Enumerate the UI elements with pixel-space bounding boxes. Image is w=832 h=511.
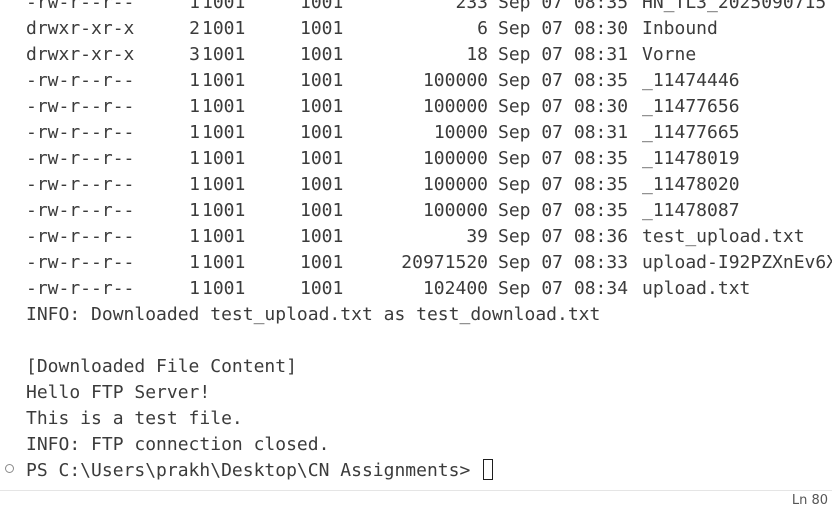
listing-name: test_upload.txt <box>642 226 805 247</box>
listing-links: 1 <box>189 0 200 13</box>
prompt-text: PS C:\Users\prakh\Desktop\CN Assignments… <box>26 460 482 481</box>
listing-group: 1001 <box>300 0 344 13</box>
file-content-line: Hello FTP Server! <box>26 382 211 403</box>
listing-owner: 1001 <box>202 148 246 169</box>
listing-owner: 1001 <box>202 70 246 91</box>
listing-perm: -rw-r--r-- <box>26 200 135 221</box>
info-closed-line: INFO: FTP connection closed. <box>26 434 330 455</box>
status-bar: Ln 80 <box>0 490 832 508</box>
listing-owner: 1001 <box>202 44 246 65</box>
listing-date: Sep 07 08:35 <box>498 174 629 195</box>
listing-name: _11478020 <box>642 174 740 195</box>
listing-links: 1 <box>189 226 200 247</box>
cursor <box>483 459 494 480</box>
listing-group: 1001 <box>300 122 344 143</box>
listing-group: 1001 <box>300 18 344 39</box>
listing-date: Sep 07 08:34 <box>498 278 629 299</box>
listing-size: 39 <box>466 226 488 247</box>
listing-name: Vorne <box>642 44 697 65</box>
listing-name: upload-I92PZXnEv6X <box>642 252 832 273</box>
listing-group: 1001 <box>300 44 344 65</box>
listing-perm: -rw-r--r-- <box>26 122 135 143</box>
listing-perm: -rw-r--r-- <box>26 174 135 195</box>
listing-date: Sep 07 08:31 <box>498 122 629 143</box>
listing-name: _11474446 <box>642 70 740 91</box>
listing-links: 1 <box>189 148 200 169</box>
cursor-position[interactable]: Ln 80 <box>792 491 828 511</box>
listing-links: 1 <box>189 174 200 195</box>
listing-date: Sep 07 08:35 <box>498 200 629 221</box>
file-content-line: This is a test file. <box>26 408 243 429</box>
listing-size: 100000 <box>422 148 488 169</box>
listing-size: 100000 <box>422 70 488 91</box>
info-downloaded-line: INFO: Downloaded test_upload.txt as test… <box>26 304 601 325</box>
command-decoration-icon[interactable] <box>5 464 14 473</box>
listing-links: 3 <box>189 44 200 65</box>
listing-perm: -rw-r--r-- <box>26 278 135 299</box>
listing-group: 1001 <box>300 200 344 221</box>
listing-perm: -rw-r--r-- <box>26 70 135 91</box>
listing-perm: -rw-r--r-- <box>26 148 135 169</box>
listing-group: 1001 <box>300 278 344 299</box>
listing-owner: 1001 <box>202 252 246 273</box>
listing-date: Sep 07 08:33 <box>498 252 629 273</box>
listing-size: 20971520 <box>401 252 488 273</box>
listing-size: 100000 <box>422 96 488 117</box>
listing-links: 1 <box>189 252 200 273</box>
listing-date: Sep 07 08:31 <box>498 44 629 65</box>
listing-date: Sep 07 08:36 <box>498 226 629 247</box>
listing-perm: drwxr-xr-x <box>26 18 135 39</box>
file-content-header: [Downloaded File Content] <box>26 356 297 377</box>
listing-size: 233 <box>455 0 488 13</box>
listing-owner: 1001 <box>202 200 246 221</box>
listing-name: _11477665 <box>642 122 740 143</box>
listing-date: Sep 07 08:35 <box>498 0 629 13</box>
listing-name: _11478087 <box>642 200 740 221</box>
listing-date: Sep 07 08:30 <box>498 18 629 39</box>
listing-owner: 1001 <box>202 18 246 39</box>
listing-perm: -rw-r--r-- <box>26 0 135 13</box>
listing-size: 100000 <box>422 174 488 195</box>
listing-size: 18 <box>466 44 488 65</box>
listing-date: Sep 07 08:35 <box>498 70 629 91</box>
listing-group: 1001 <box>300 70 344 91</box>
listing-owner: 1001 <box>202 226 246 247</box>
listing-name: _11478019 <box>642 148 740 169</box>
listing-size: 100000 <box>422 200 488 221</box>
listing-links: 1 <box>189 96 200 117</box>
listing-owner: 1001 <box>202 0 246 13</box>
listing-name: upload.txt <box>642 278 751 299</box>
listing-name: HN_TL3_2025090715 <box>642 0 827 13</box>
listing-links: 1 <box>189 278 200 299</box>
listing-perm: -rw-r--r-- <box>26 96 135 117</box>
listing-date: Sep 07 08:35 <box>498 148 629 169</box>
listing-links: 1 <box>189 122 200 143</box>
listing-date: Sep 07 08:30 <box>498 96 629 117</box>
listing-owner: 1001 <box>202 96 246 117</box>
listing-size: 10000 <box>433 122 488 143</box>
listing-size: 102400 <box>422 278 488 299</box>
listing-owner: 1001 <box>202 174 246 195</box>
listing-perm: drwxr-xr-x <box>26 44 135 65</box>
listing-owner: 1001 <box>202 278 246 299</box>
terminal-panel[interactable]: -rw-r--r-- 1 1001 1001 233 Sep 07 08:35 HN_TL3… <box>0 0 832 490</box>
listing-group: 1001 <box>300 148 344 169</box>
listing-name: Inbound <box>642 18 718 39</box>
listing-group: 1001 <box>300 96 344 117</box>
listing-size: 6 <box>477 18 488 39</box>
listing-links: 1 <box>189 70 200 91</box>
listing-perm: -rw-r--r-- <box>26 252 135 273</box>
listing-links: 1 <box>189 200 200 221</box>
listing-group: 1001 <box>300 226 344 247</box>
listing-links: 2 <box>189 18 200 39</box>
listing-group: 1001 <box>300 174 344 195</box>
listing-perm: -rw-r--r-- <box>26 226 135 247</box>
listing-owner: 1001 <box>202 122 246 143</box>
listing-group: 1001 <box>300 252 344 273</box>
prompt-line[interactable]: PS C:\Users\prakh\Desktop\CN Assignments… <box>26 458 494 484</box>
listing-name: _11477656 <box>642 96 740 117</box>
